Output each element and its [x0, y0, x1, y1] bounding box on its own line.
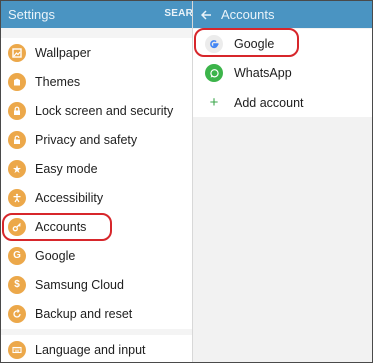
settings-item-label: Accounts — [35, 219, 87, 234]
language-icon — [8, 340, 26, 359]
settings-item-privacy[interactable]: Privacy and safety — [1, 125, 193, 154]
accessibility-icon — [8, 188, 26, 207]
accounts-appbar: Accounts — [193, 1, 372, 28]
privacy-icon — [8, 130, 26, 149]
settings-item-themes[interactable]: Themes — [1, 67, 193, 96]
settings-item-accessibility[interactable]: Accessibility — [1, 183, 193, 212]
settings-item-accounts[interactable]: Accounts — [1, 212, 193, 241]
lock-icon — [8, 101, 26, 120]
add-account-button[interactable]: + Add account — [193, 88, 372, 118]
account-item-label: WhatsApp — [234, 66, 292, 81]
settings-pane: Settings SEAR Wallpaper Themes Lock scre… — [1, 1, 193, 362]
themes-icon — [8, 72, 26, 91]
settings-item-label: Lock screen and security — [35, 103, 174, 118]
settings-item-lock-screen[interactable]: Lock screen and security — [1, 96, 193, 125]
settings-item-backup[interactable]: Backup and reset — [1, 299, 193, 328]
accounts-title: Accounts — [221, 7, 275, 22]
settings-item-label: Language and input — [35, 342, 146, 357]
settings-item-label: Wallpaper — [35, 45, 91, 60]
settings-appbar: Settings SEAR — [1, 1, 193, 28]
settings-item-label: Easy mode — [35, 161, 98, 176]
account-item-google[interactable]: Google — [193, 29, 372, 59]
settings-list-2: Language and input — [1, 335, 193, 362]
google-icon — [205, 34, 223, 53]
settings-item-label: Themes — [35, 74, 81, 89]
settings-item-label: Backup and reset — [35, 306, 133, 321]
settings-item-google[interactable]: G Google — [1, 241, 193, 270]
settings-item-samsung-cloud[interactable]: $ Samsung Cloud — [1, 270, 193, 299]
plus-icon: + — [209, 94, 219, 112]
settings-item-language[interactable]: Language and input — [1, 335, 193, 362]
samsung-cloud-icon: $ — [8, 275, 26, 294]
accounts-list: Google WhatsApp + Add account — [193, 29, 372, 118]
accounts-pane: Accounts Google WhatsApp + Add account — [193, 1, 372, 362]
settings-item-easy-mode[interactable]: Easy mode — [1, 154, 193, 183]
whatsapp-icon — [205, 64, 223, 83]
key-icon — [8, 217, 26, 236]
easy-mode-icon — [8, 159, 26, 178]
backup-icon — [8, 304, 26, 323]
search-button[interactable]: SEAR — [164, 8, 193, 19]
wallpaper-icon — [8, 43, 26, 62]
settings-item-label: Accessibility — [35, 190, 104, 205]
account-item-whatsapp[interactable]: WhatsApp — [193, 59, 372, 89]
settings-item-label: Privacy and safety — [35, 132, 138, 147]
account-item-label: Google — [234, 36, 275, 51]
settings-item-label: Samsung Cloud — [35, 277, 124, 292]
settings-list: Wallpaper Themes Lock screen and securit… — [1, 38, 193, 329]
settings-item-label: Google — [35, 248, 76, 263]
google-icon: G — [8, 246, 26, 265]
account-item-label: Add account — [234, 95, 304, 110]
settings-item-wallpaper[interactable]: Wallpaper — [1, 38, 193, 67]
settings-title: Settings — [8, 7, 55, 22]
screenshot-frame: Settings SEAR Wallpaper Themes Lock scre… — [0, 0, 373, 363]
back-arrow-icon[interactable] — [200, 7, 221, 23]
